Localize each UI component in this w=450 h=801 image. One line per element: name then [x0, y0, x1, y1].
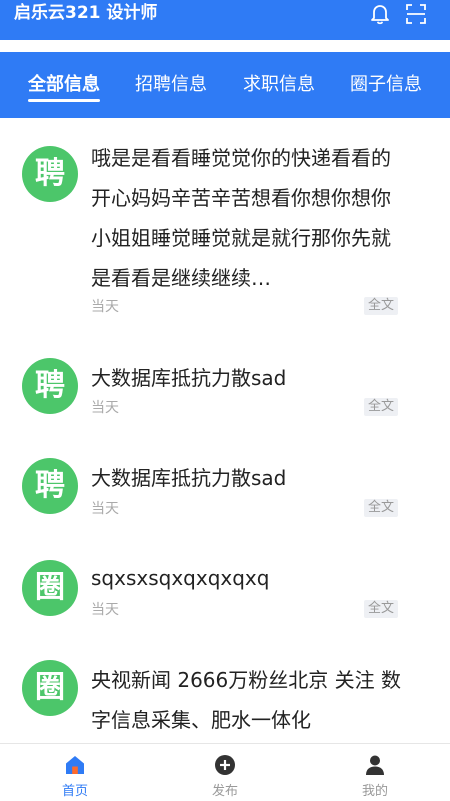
- category-tabs: 全部信息 招聘信息 求职信息 圈子信息: [0, 52, 450, 118]
- nav-mine[interactable]: 我的: [300, 744, 450, 801]
- tab-label: 求职信息: [243, 74, 315, 95]
- nav-label: 发布: [211, 784, 238, 799]
- avatar-badge: 圈: [22, 560, 78, 616]
- list-item[interactable]: 聘 大数据库抵抗力散sad 当天 全文: [0, 458, 450, 538]
- item-text: sqxsxsqxqxqxqxq: [91, 566, 270, 590]
- active-tab-indicator: [28, 99, 100, 102]
- list-item[interactable]: 聘 大数据库抵抗力散sad 当天 全文: [0, 358, 450, 438]
- tab-all[interactable]: 全部信息: [28, 72, 100, 102]
- item-date: 当天: [91, 501, 119, 517]
- item-text: 大数据库抵抗力散sad: [91, 366, 287, 390]
- avatar-badge: 聘: [22, 146, 78, 202]
- header-gap: [0, 40, 450, 52]
- bottom-nav: 首页 发布 我的: [0, 743, 450, 801]
- avatar-badge: 聘: [22, 358, 78, 414]
- scan-icon[interactable]: [404, 2, 428, 26]
- nav-label: 首页: [61, 784, 88, 799]
- list-item[interactable]: 聘 哦是是看看睡觉觉你的快递看看的开心妈妈辛苦辛苦想看你想你想你小姐姐睡觉睡觉就…: [0, 138, 450, 328]
- avatar-badge: 圈: [22, 660, 78, 716]
- tab-label: 圈子信息: [350, 74, 422, 95]
- nav-publish[interactable]: 发布: [150, 744, 300, 801]
- full-text-button[interactable]: 全文: [363, 297, 398, 315]
- full-text-button[interactable]: 全文: [363, 600, 398, 618]
- item-text: 哦是是看看睡觉觉你的快递看看的开心妈妈辛苦辛苦想看你想你想你小姐姐睡觉睡觉就是就…: [91, 146, 391, 290]
- tab-job-seek[interactable]: 求职信息: [243, 72, 315, 98]
- list-item[interactable]: 圈 sqxsxsqxqxqxqxq 当天 全文: [0, 560, 450, 640]
- full-text-button[interactable]: 全文: [363, 499, 398, 517]
- item-date: 当天: [91, 299, 119, 315]
- avatar-badge: 聘: [22, 458, 78, 514]
- item-date: 当天: [91, 400, 119, 416]
- app-title: 启乐云321 设计师: [14, 3, 158, 23]
- item-text: 大数据库抵抗力散sad: [91, 466, 287, 490]
- item-text: 央视新闻 2666万粉丝北京 关注 数字信息采集、肥水一体化: [91, 668, 401, 732]
- full-text-button[interactable]: 全文: [363, 398, 398, 416]
- tab-label: 招聘信息: [135, 74, 207, 95]
- user-icon: [366, 755, 384, 775]
- item-date: 当天: [91, 602, 119, 618]
- info-list[interactable]: 聘 哦是是看看睡觉觉你的快递看看的开心妈妈辛苦辛苦想看你想你想你小姐姐睡觉睡觉就…: [0, 118, 450, 744]
- tab-circle[interactable]: 圈子信息: [350, 72, 422, 98]
- top-app-bar: 启乐云321 设计师: [0, 0, 450, 40]
- list-item[interactable]: 圈 央视新闻 2666万粉丝北京 关注 数字信息采集、肥水一体化: [0, 660, 450, 744]
- home-icon: [66, 756, 84, 774]
- bell-icon[interactable]: [368, 2, 392, 26]
- tab-label: 全部信息: [28, 74, 100, 95]
- plus-circle-icon: [215, 755, 235, 775]
- nav-home[interactable]: 首页: [0, 744, 150, 801]
- nav-label: 我的: [361, 784, 388, 799]
- tab-recruit[interactable]: 招聘信息: [135, 72, 207, 98]
